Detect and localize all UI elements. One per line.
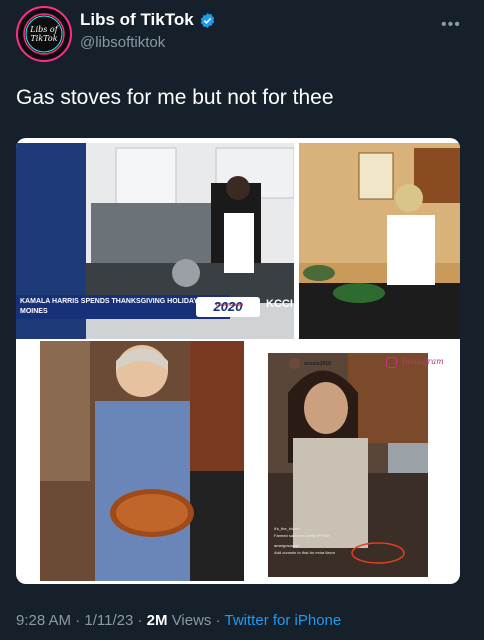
- photo-pie[interactable]: [40, 341, 244, 581]
- station-logo: KCCI: [266, 298, 293, 310]
- separator: ·: [215, 612, 221, 629]
- avatar-logo-line2: TikTok: [30, 34, 57, 43]
- instagram-username: ocasio2018: [304, 361, 331, 367]
- account-handle[interactable]: @libsoftiktok: [80, 34, 165, 51]
- tweet-media[interactable]: KAMALA HARRIS SPENDS THANKSGIVING HOLIDA…: [16, 138, 460, 584]
- comment-2-text: Add cummin to that for extra flavor: [274, 550, 336, 555]
- source-link[interactable]: Twitter for iPhone: [225, 612, 342, 629]
- display-name[interactable]: Libs of TikTok: [80, 10, 216, 30]
- verified-badge-icon: [200, 12, 214, 28]
- countdown-badge: COUNTDOWN 2020: [196, 297, 260, 317]
- comment-1-user: it's_the_bloom: [274, 526, 300, 531]
- comment-2-user: amargowayist: [274, 543, 299, 548]
- tweet-date[interactable]: 1/11/23: [84, 612, 133, 629]
- avatar-logo-line1: Libs of: [29, 25, 59, 34]
- instagram-wordmark: Instagram: [402, 357, 444, 366]
- separator: ·: [75, 612, 81, 629]
- comment-1-text: Farmed salmon's pretty s**t tbh: [274, 533, 330, 538]
- instagram-icon: [386, 357, 397, 368]
- tweet-time[interactable]: 9:28 AM: [16, 612, 71, 629]
- separator: ·: [137, 612, 143, 629]
- avatar[interactable]: Libs of TikTok: [16, 6, 72, 62]
- tweet-metadata: 9:28 AM · 1/11/23 · 2M Views · Twitter f…: [16, 612, 341, 629]
- photo-stove-cooking[interactable]: [299, 143, 460, 339]
- instagram-avatar: [289, 358, 300, 369]
- more-options-icon[interactable]: •••: [441, 16, 461, 34]
- views-count[interactable]: 2M: [147, 612, 168, 629]
- countdown-badge-label: COUNTDOWN: [216, 302, 243, 307]
- views-label: Views: [171, 612, 212, 629]
- tweet-text: Gas stoves for me but not for thee: [16, 86, 334, 109]
- display-name-text[interactable]: Libs of TikTok: [80, 10, 194, 30]
